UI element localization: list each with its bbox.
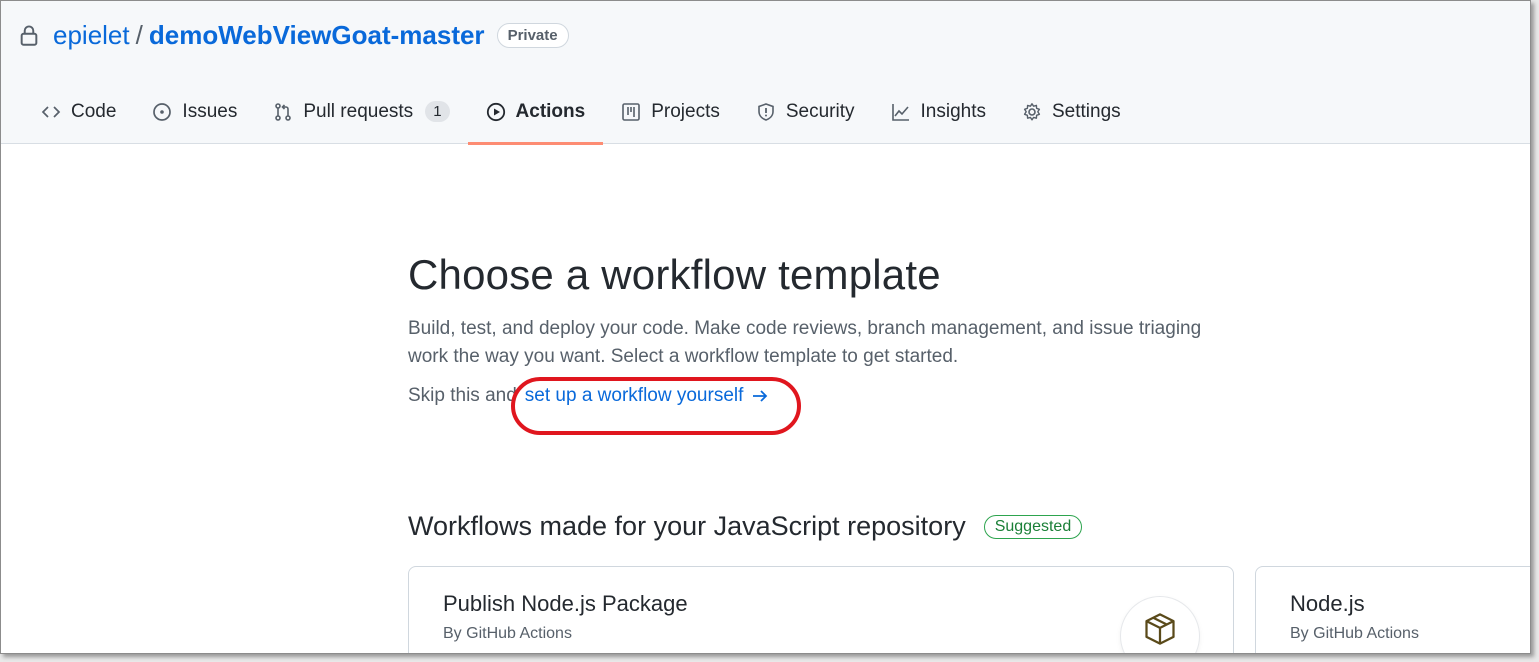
page-description: Build, test, and deploy your code. Make … [408, 318, 1202, 367]
tab-label: Security [785, 100, 855, 122]
tab-settings[interactable]: Settings [1004, 79, 1139, 144]
repo-separator: / [135, 19, 143, 50]
issue-opened-icon [153, 102, 172, 121]
tab-label: Projects [651, 100, 720, 122]
tab-issues[interactable]: Issues [134, 79, 255, 144]
repo-owner-link[interactable]: epielet [53, 20, 130, 51]
section-title: Workflows made for your JavaScript repos… [408, 511, 966, 541]
tab-label: Insights [920, 100, 986, 122]
tab-actions[interactable]: Actions [467, 79, 604, 145]
tab-label: Pull requests [303, 100, 414, 122]
card-title: Publish Node.js Package [443, 591, 688, 616]
lock-icon [20, 25, 38, 46]
tab-label: Settings [1051, 100, 1121, 122]
gear-icon [1023, 102, 1041, 120]
card-byline: By GitHub Actions [1290, 625, 1419, 642]
repo-header: epielet / demoWebViewGoat-master Private… [1, 1, 1530, 145]
tab-label: Code [71, 100, 117, 122]
workflow-card-publish-nodejs-package[interactable]: Publish Node.js Package By GitHub Action… [408, 566, 1234, 653]
workflow-card-nodejs[interactable]: Node.js By GitHub Actions [1255, 566, 1530, 653]
graph-icon [891, 103, 909, 121]
tab-label: Issues [182, 100, 238, 122]
repo-name-link[interactable]: demoWebViewGoat-master [149, 20, 485, 51]
table-icon [622, 102, 641, 121]
tab-label: Actions [515, 100, 586, 122]
annotation-highlight-ring [511, 377, 801, 435]
repo-title: epielet / demoWebViewGoat-master Private [19, 17, 569, 53]
code-icon [41, 105, 61, 118]
tab-security[interactable]: Security [738, 79, 873, 144]
suggested-badge: Suggested [983, 514, 1083, 539]
package-icon [1145, 613, 1175, 645]
tab-projects[interactable]: Projects [603, 79, 738, 144]
suggested-section-header: Workflows made for your JavaScript repos… [408, 511, 1083, 542]
tab-insights[interactable]: Insights [873, 79, 1004, 144]
card-byline: By GitHub Actions [443, 625, 572, 642]
shield-icon [758, 102, 774, 121]
git-pull-request-icon [275, 102, 292, 121]
browser-frame: epielet / demoWebViewGoat-master Private… [0, 0, 1531, 654]
visibility-badge: Private [496, 22, 569, 48]
repo-nav-tabs: Code Issues Pull requests 1 Actions Proj… [23, 79, 1139, 145]
page-title: Choose a workflow template [408, 251, 941, 298]
tab-pull-requests[interactable]: Pull requests 1 [255, 79, 467, 144]
play-icon [486, 102, 505, 121]
card-title: Node.js [1290, 591, 1365, 616]
skip-prefix: Skip this and [408, 385, 517, 406]
pull-requests-count: 1 [425, 101, 450, 122]
tab-code[interactable]: Code [23, 79, 134, 144]
